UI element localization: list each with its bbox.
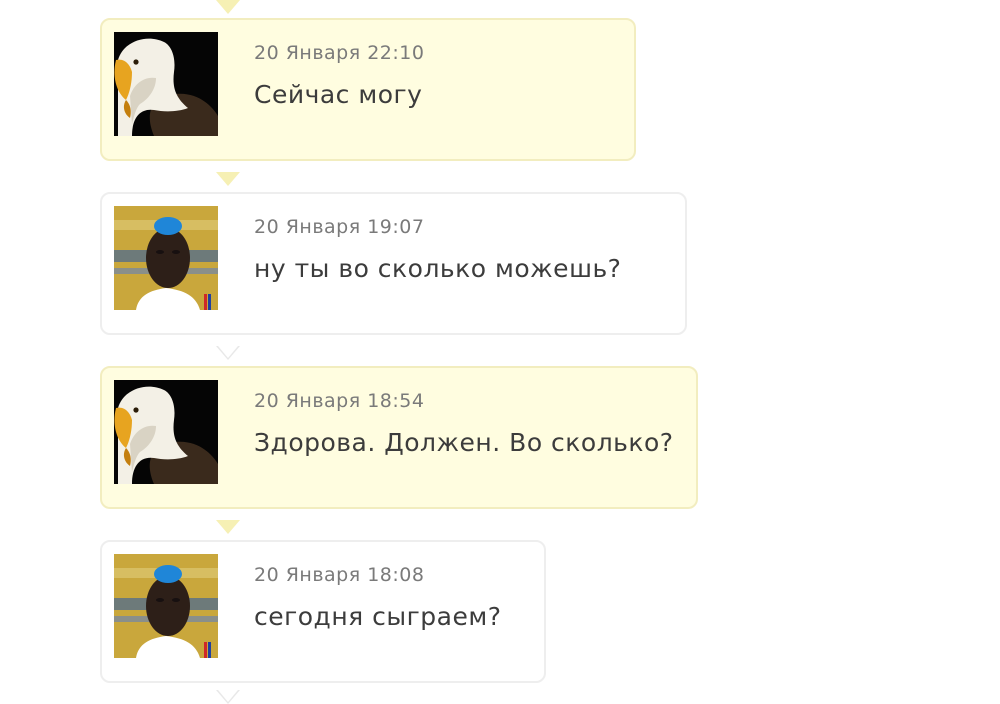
avatar-player[interactable] (114, 554, 218, 658)
avatar-eagle[interactable] (114, 380, 218, 484)
connector-arrow (216, 0, 240, 14)
connector-arrow (216, 690, 240, 704)
message-text: ну ты во сколько можешь? (254, 254, 622, 283)
connector-arrow (216, 346, 240, 360)
message-item: 20 Января 19:07 ну ты во сколько можешь? (100, 192, 687, 335)
message-text: Сейчас могу (254, 80, 423, 109)
message-timestamp: 20 Января 18:08 (254, 564, 425, 586)
message-text: сегодня сыграем? (254, 602, 502, 631)
message-timestamp: 20 Января 22:10 (254, 42, 425, 64)
message-item: 20 Января 22:10 Сейчас могу (100, 18, 636, 161)
message-item: 20 Января 18:08 сегодня сыграем? (100, 540, 546, 683)
avatar-eagle[interactable] (114, 32, 218, 136)
connector-arrow (216, 172, 240, 186)
message-item: 20 Января 18:54 Здорова. Должен. Во скол… (100, 366, 698, 509)
message-timestamp: 20 Января 19:07 (254, 216, 425, 238)
avatar-player[interactable] (114, 206, 218, 310)
message-thread: 20 Января 22:10 Сейчас могу 20 Января 19… (0, 0, 1000, 704)
connector-arrow (216, 520, 240, 534)
message-text: Здорова. Должен. Во сколько? (254, 428, 674, 457)
message-timestamp: 20 Января 18:54 (254, 390, 425, 412)
